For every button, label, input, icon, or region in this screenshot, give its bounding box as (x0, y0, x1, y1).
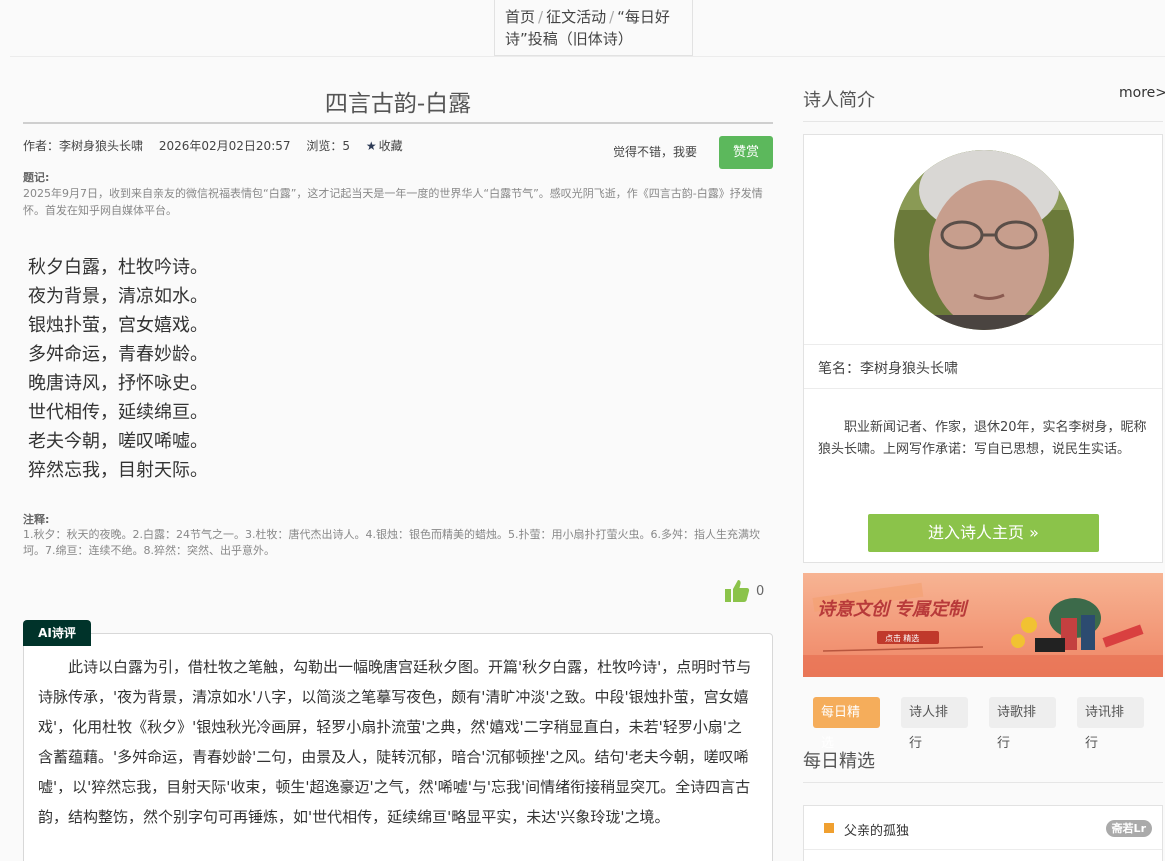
breadcrumb-separator: / (538, 8, 544, 26)
favorite-link[interactable]: 收藏 (379, 139, 403, 153)
poem-line: 晚唐诗风，抒怀咏史。 (28, 373, 208, 394)
enter-poet-home-button[interactable]: 进入诗人主页 » (868, 514, 1099, 552)
poem-line: 世代相传，延续绵亘。 (28, 402, 208, 423)
daily-picks-list: 父亲的孤独 斋若Lr (803, 805, 1163, 861)
breadcrumb-separator: / (609, 8, 615, 26)
star-icon[interactable]: ★ (366, 139, 377, 153)
daily-picks-title: 每日精选 (803, 751, 875, 772)
banner-subtext: 点击 精选 (885, 633, 919, 643)
title-divider (23, 122, 773, 124)
annotation-label: 注释: (23, 513, 50, 526)
note-label: 题记: (23, 171, 50, 184)
pen-name: 笔名：李树身狼头长啸 (818, 361, 958, 377)
ai-review-text: 此诗以白露为引，借杜牧之笔触，勾勒出一幅晚唐宫廷秋夕图。开篇'秋夕白露，杜牧吟诗… (38, 658, 752, 826)
author-link[interactable]: 作者：李树身狼头长啸 (23, 139, 143, 153)
author-badge[interactable]: 斋若Lr (1105, 820, 1152, 837)
section-divider (803, 782, 1163, 783)
bullet-square-icon (824, 823, 834, 833)
reward-button[interactable]: 赞赏 (719, 136, 773, 169)
poem-line: 银烛扑萤，宫女嬉戏。 (28, 315, 208, 336)
tab-poem-ranking[interactable]: 诗歌排行 (989, 697, 1056, 751)
section-divider (803, 121, 1163, 122)
more-link[interactable]: more> (1119, 85, 1165, 101)
poem-line: 猝然忘我，目射天际。 (28, 460, 208, 481)
ai-review-tag: AI诗评 (23, 620, 91, 646)
banner-headline: 诗意文创 专属定制 (817, 599, 969, 619)
view-count: 浏览：5 (306, 139, 350, 153)
annotation-text: 1.秋夕：秋天的夜晚。2.白露：24节气之一。3.杜牧：唐代杰出诗人。4.银烛：… (23, 528, 760, 557)
article-meta: 作者：李树身狼头长啸 2026年02月02日20:57 浏览：5 ★ 收藏 (23, 137, 403, 154)
poem-line: 夜为背景，清凉如水。 (28, 286, 208, 307)
top-divider (10, 56, 1165, 57)
like-count: 0 (756, 584, 765, 599)
ranking-tabs: 每日精选 诗人排行 诗歌排行 诗讯排行 (813, 697, 1165, 751)
tab-poet-ranking[interactable]: 诗人排行 (901, 697, 968, 751)
poet-card: 笔名：李树身狼头长啸 职业新闻记者、作家，退休20年，实名李树身，昵称狼头长啸。… (803, 134, 1163, 563)
card-divider (804, 344, 1162, 345)
breadcrumb-activity[interactable]: 征文活动 (546, 8, 606, 26)
list-item-title[interactable]: 父亲的孤独 (844, 820, 909, 839)
tab-news-ranking[interactable]: 诗讯排行 (1077, 697, 1144, 751)
tab-daily-picks[interactable]: 每日精选 (813, 697, 880, 751)
publish-date: 2026年02月02日20:57 (158, 139, 291, 153)
poet-bio: 职业新闻记者、作家，退休20年，实名李树身，昵称狼头长啸。上网写作承诺：写自已思… (818, 420, 1147, 457)
note-text: 2025年9月7日，收到来自亲友的微信祝福表情包“白露”，这才记起当天是一年一度… (23, 187, 763, 217)
thumbs-up-icon[interactable] (724, 578, 750, 604)
poem-line: 多舛命运，青春妙龄。 (28, 344, 208, 365)
poet-section-title: 诗人简介 (803, 90, 875, 111)
poem-line: 老夫今朝，嗟叹唏嘘。 (28, 431, 208, 452)
promo-banner[interactable]: 诗意文创 专属定制 点击 精选 (803, 573, 1163, 677)
ai-review-box: 此诗以白露为引，借杜牧之笔触，勾勒出一幅晚唐宫廷秋夕图。开篇'秋夕白露，杜牧吟诗… (23, 633, 773, 861)
praise-prompt: 觉得不错，我要 (613, 145, 698, 159)
poet-avatar[interactable] (894, 150, 1074, 330)
poem-title: 四言古韵-白露 (324, 91, 472, 117)
list-item[interactable]: 父亲的孤独 斋若Lr (804, 806, 1162, 850)
card-divider (804, 388, 1162, 389)
poem-body: 秋夕白露，杜牧吟诗。 夜为背景，清凉如水。 银烛扑萤，宫女嬉戏。 多舛命运，青春… (28, 253, 208, 485)
poem-line: 秋夕白露，杜牧吟诗。 (28, 257, 208, 278)
breadcrumb-home[interactable]: 首页 (505, 8, 535, 26)
breadcrumb: 首页 / 征文活动 / “每日好诗”投稿（旧体诗） (494, 0, 693, 56)
